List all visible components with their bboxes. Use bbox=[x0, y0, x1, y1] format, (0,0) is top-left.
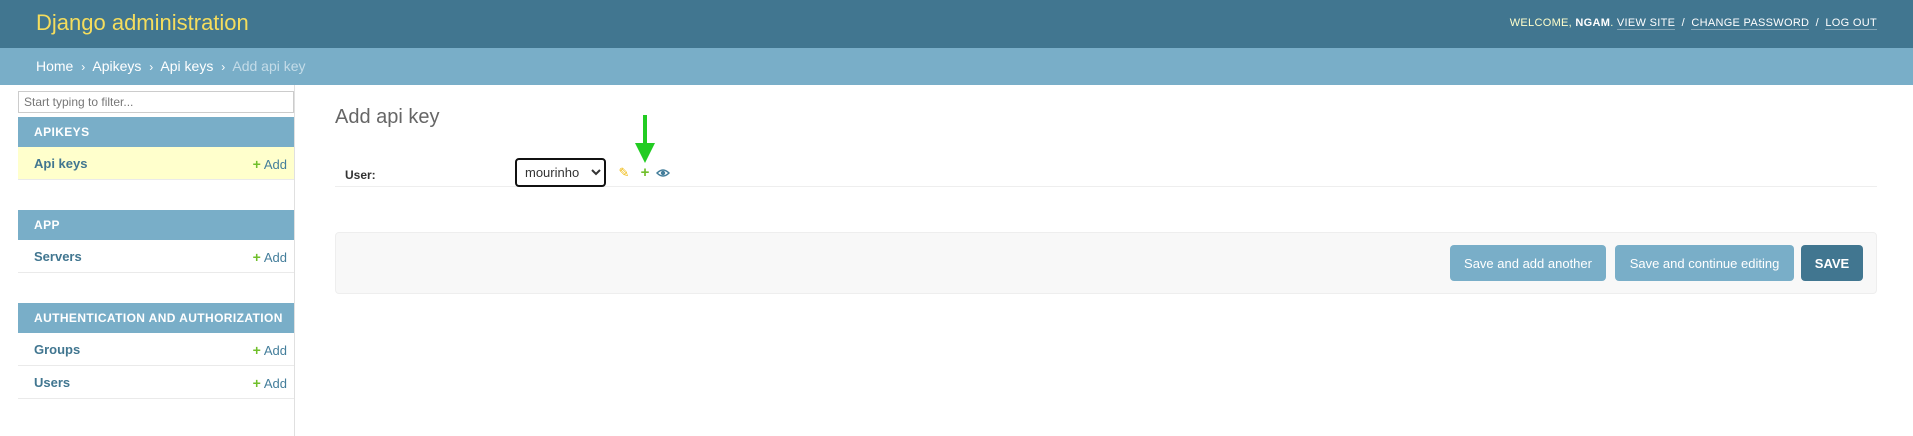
module-caption-apikeys[interactable]: APIKEYS bbox=[18, 117, 294, 147]
add-user-link[interactable]: + Add bbox=[253, 375, 287, 391]
sidebar-item-servers: Servers + Add bbox=[18, 240, 294, 273]
model-link-api-keys[interactable]: Api keys bbox=[34, 156, 87, 171]
add-label: Add bbox=[263, 343, 287, 358]
module-caption-app[interactable]: APP bbox=[18, 210, 294, 240]
plus-icon: + bbox=[252, 249, 261, 265]
welcome-suffix: . bbox=[1610, 17, 1614, 29]
model-link-servers[interactable]: Servers bbox=[34, 249, 82, 264]
breadcrumb-api-keys[interactable]: Api keys bbox=[160, 58, 213, 74]
save-button[interactable]: SAVE bbox=[1801, 245, 1863, 281]
log-out-link[interactable]: LOG OUT bbox=[1825, 17, 1877, 30]
breadcrumb-separator: › bbox=[81, 60, 86, 74]
user-select[interactable]: mourinho bbox=[515, 158, 606, 187]
header: Django administration WELCOME, NGAM. VIE… bbox=[0, 0, 1913, 48]
welcome-text: WELCOME, bbox=[1509, 17, 1573, 29]
sidebar-item-api-keys: Api keys + Add bbox=[18, 147, 294, 180]
module-apikeys: APIKEYS Api keys + Add bbox=[18, 117, 294, 180]
username: NGAM bbox=[1575, 17, 1611, 29]
add-label: Add bbox=[263, 157, 287, 172]
model-link-users[interactable]: Users bbox=[34, 375, 70, 390]
eye-icon[interactable] bbox=[655, 166, 671, 180]
add-group-link[interactable]: + Add bbox=[253, 342, 287, 358]
module-auth: AUTHENTICATION AND AUTHORIZATION Groups … bbox=[18, 303, 294, 399]
sidebar-item-users: Users + Add bbox=[18, 366, 294, 399]
breadcrumb-apikeys[interactable]: Apikeys bbox=[92, 58, 141, 74]
site-branding[interactable]: Django administration bbox=[36, 10, 249, 36]
separator: / bbox=[1681, 17, 1685, 29]
pencil-icon[interactable]: ✎ bbox=[617, 166, 631, 180]
module-app: APP Servers + Add bbox=[18, 210, 294, 273]
separator: / bbox=[1815, 17, 1820, 29]
plus-icon: + bbox=[252, 156, 261, 172]
breadcrumb-current: Add api key bbox=[232, 58, 306, 74]
breadcrumb: Home › Apikeys › Api keys › Add api key bbox=[0, 48, 1913, 85]
plus-icon: + bbox=[252, 342, 261, 358]
add-label: Add bbox=[263, 250, 287, 265]
save-and-continue-button[interactable]: Save and continue editing bbox=[1615, 245, 1794, 281]
nav-sidebar: APIKEYS Api keys +Add APP Servers +Add A… bbox=[18, 85, 295, 436]
sidebar-item-groups: Groups + Add bbox=[18, 333, 294, 366]
arrow-down-icon bbox=[635, 115, 655, 163]
nav-filter-input[interactable] bbox=[18, 91, 294, 113]
form-row-user: User: mourinho ✎ + bbox=[335, 151, 1877, 187]
change-password-link[interactable]: CHANGE PASSWORD bbox=[1691, 17, 1810, 30]
plus-icon: + bbox=[252, 375, 261, 391]
add-label: Add bbox=[263, 376, 287, 391]
save-and-add-another-button[interactable]: Save and add another bbox=[1450, 245, 1606, 281]
submit-row: Save and add another Save and continue e… bbox=[335, 232, 1877, 294]
user-field-label: User: bbox=[345, 168, 376, 182]
breadcrumb-separator: › bbox=[149, 60, 154, 74]
user-tools: WELCOME, NGAM. VIEW SITE / CHANGE PASSWO… bbox=[1509, 17, 1877, 30]
add-server-link[interactable]: + Add bbox=[253, 249, 287, 265]
model-link-groups[interactable]: Groups bbox=[34, 342, 80, 357]
module-caption-auth[interactable]: AUTHENTICATION AND AUTHORIZATION bbox=[18, 303, 294, 333]
add-api-key-link[interactable]: + Add bbox=[253, 156, 287, 172]
plus-icon[interactable]: + bbox=[638, 165, 652, 180]
breadcrumb-separator: › bbox=[221, 60, 226, 74]
page-title: Add api key bbox=[335, 106, 440, 128]
view-site-link[interactable]: VIEW SITE bbox=[1616, 17, 1676, 30]
breadcrumb-home[interactable]: Home bbox=[36, 58, 73, 74]
